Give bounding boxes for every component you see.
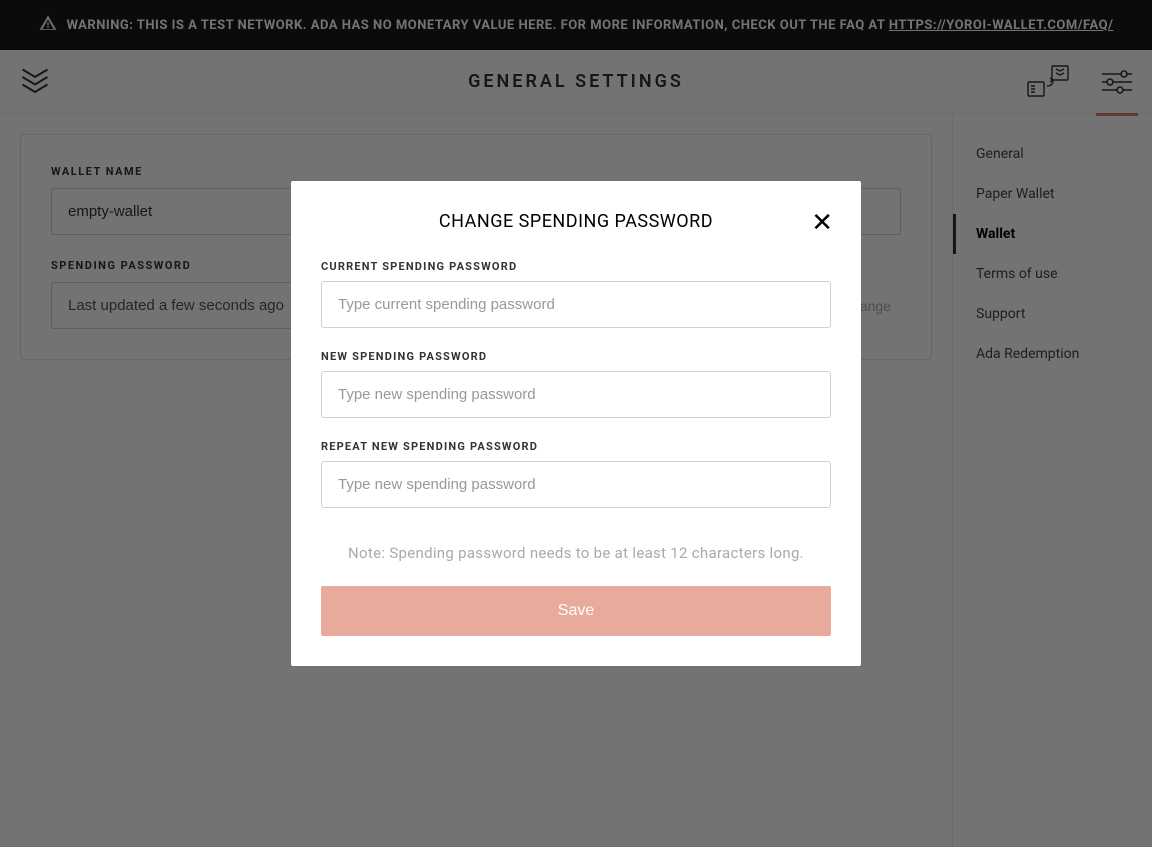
repeat-password-label: REPEAT NEW SPENDING PASSWORD (321, 440, 831, 453)
repeat-password-input[interactable] (321, 461, 831, 508)
modal-title: CHANGE SPENDING PASSWORD (321, 211, 831, 232)
modal-overlay[interactable]: CHANGE SPENDING PASSWORD ✕ CURRENT SPEND… (0, 0, 1152, 847)
current-password-label: CURRENT SPENDING PASSWORD (321, 260, 831, 273)
close-icon[interactable]: ✕ (811, 209, 833, 235)
new-password-label: NEW SPENDING PASSWORD (321, 350, 831, 363)
save-button[interactable]: Save (321, 586, 831, 636)
password-note: Note: Spending password needs to be at l… (321, 544, 831, 562)
change-password-modal: CHANGE SPENDING PASSWORD ✕ CURRENT SPEND… (291, 181, 861, 666)
new-password-input[interactable] (321, 371, 831, 418)
current-password-input[interactable] (321, 281, 831, 328)
